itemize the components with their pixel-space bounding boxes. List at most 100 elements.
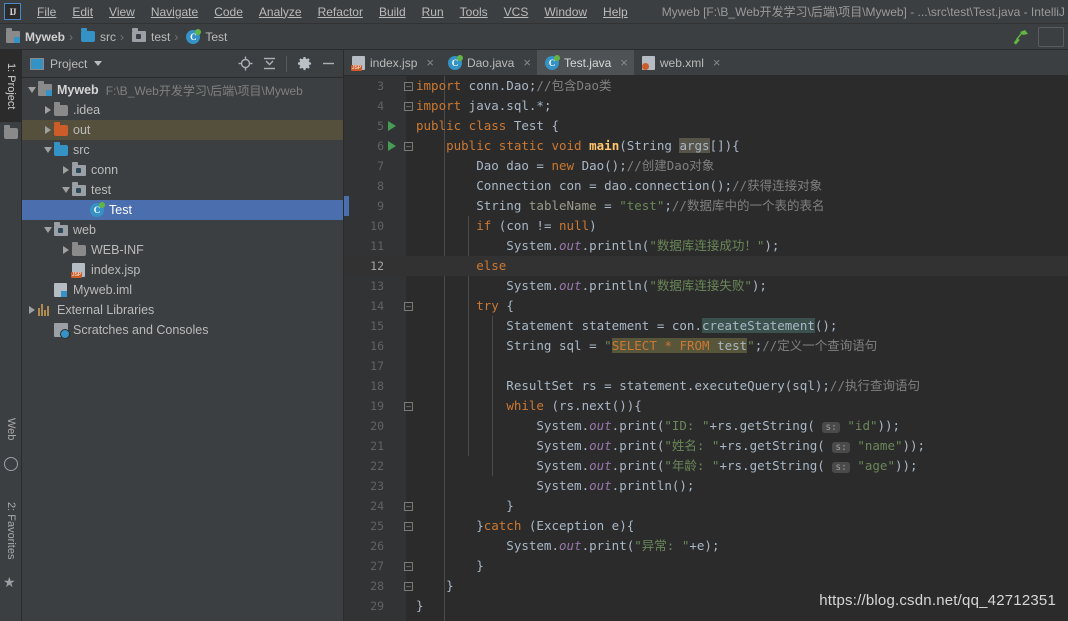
tree-node-myweb-iml[interactable]: Myweb.iml [22, 280, 343, 300]
code-line: 21 System.out.print("姓名: "+rs.getString(… [344, 436, 1068, 456]
menu-refactor[interactable]: Refactor [310, 2, 371, 22]
expand-arrow[interactable] [26, 300, 38, 320]
code-lines: 3 – import conn.Dao;//包含Dao类 4 – import … [344, 76, 1068, 621]
tree-node-test-class[interactable]: C Test [22, 200, 343, 220]
tree-node-idea[interactable]: .idea [22, 100, 343, 120]
fold-icon[interactable]: – [404, 402, 413, 411]
expand-arrow[interactable] [42, 100, 54, 120]
tree-node-conn[interactable]: conn [22, 160, 343, 180]
project-icon [4, 125, 18, 139]
gear-icon[interactable] [293, 53, 315, 75]
minimize-icon[interactable] [317, 53, 339, 75]
tree-node-out[interactable]: out [22, 120, 343, 140]
menu-view[interactable]: View [101, 2, 143, 22]
menu-build[interactable]: Build [371, 2, 414, 22]
expand-arrow[interactable] [26, 80, 38, 100]
folder-icon [54, 101, 72, 116]
sidebar-tab-favorites[interactable]: 2: Favorites [0, 490, 22, 572]
menu-file[interactable]: File [29, 2, 64, 22]
line-text: if (con != null) [476, 218, 597, 233]
fold-icon[interactable]: – [404, 302, 413, 311]
fold-icon[interactable]: – [404, 502, 413, 511]
menu-edit[interactable]: Edit [64, 2, 101, 22]
star-icon: ★ [3, 574, 16, 590]
menu-vcs-label: VCS [503, 4, 529, 19]
menu-run[interactable]: Run [414, 2, 452, 22]
sidebar-tab-web[interactable]: Web [0, 405, 22, 453]
menu-window[interactable]: Window [536, 2, 595, 22]
sidebar-tab-project[interactable]: 1: Project [0, 50, 22, 122]
tab-index-jsp[interactable]: index.jsp × [344, 50, 440, 75]
code-editor[interactable]: 3 – import conn.Dao;//包含Dao类 4 – import … [344, 76, 1068, 621]
toolbar-divider [286, 55, 287, 72]
navbar-actions [1010, 26, 1068, 48]
menu-vcs[interactable]: VCS [496, 2, 537, 22]
line-number: 12 [370, 259, 384, 273]
fold-icon[interactable]: – [404, 102, 413, 111]
code-line-current: 12 else [344, 256, 1068, 276]
expand-arrow[interactable] [60, 240, 72, 260]
fold-icon[interactable]: – [404, 82, 413, 91]
collapse-all-icon[interactable] [258, 53, 280, 75]
line-number: 10 [370, 219, 384, 233]
tree-node-index-jsp[interactable]: index.jsp [22, 260, 343, 280]
breadcrumb-item-src[interactable]: src [75, 26, 118, 48]
close-icon[interactable]: × [620, 56, 628, 69]
fold-icon[interactable]: – [404, 582, 413, 591]
line-number: 11 [370, 239, 384, 253]
run-gutter-icon[interactable] [388, 121, 396, 131]
source-folder-icon [54, 141, 72, 156]
menu-analyze[interactable]: Analyze [251, 2, 310, 22]
breadcrumb-label: src [100, 29, 117, 44]
tree-node-myweb[interactable]: Myweb F:\B_Web开发学习\后端\项目\Myweb [22, 80, 343, 100]
fold-icon[interactable]: – [404, 562, 413, 571]
expand-arrow[interactable] [42, 120, 54, 140]
line-text: ResultSet rs = statement.executeQuery(sq… [416, 378, 920, 393]
expand-arrow[interactable] [42, 220, 54, 240]
expand-arrow[interactable] [60, 160, 72, 180]
tree-node-src[interactable]: src [22, 140, 343, 160]
tree-node-web[interactable]: web [22, 220, 343, 240]
close-icon[interactable]: × [523, 56, 531, 69]
tab-dao-java[interactable]: C Dao.java × [440, 50, 537, 75]
menu-help[interactable]: Help [595, 2, 636, 22]
tab-test-java[interactable]: C Test.java × [536, 50, 634, 75]
menu-navigate[interactable]: Navigate [143, 2, 206, 22]
chevron-down-icon[interactable] [94, 61, 103, 66]
fold-icon[interactable]: – [404, 142, 413, 151]
project-tree: Myweb F:\B_Web开发学习\后端\项目\Myweb .idea out… [22, 78, 343, 340]
source-folder-icon [81, 28, 96, 42]
breadcrumb-item-myweb[interactable]: Myweb [0, 26, 67, 48]
jsp-file-icon [351, 55, 365, 71]
run-gutter-icon[interactable] [388, 141, 396, 151]
menu-edit-label: Edit [72, 4, 94, 19]
breadcrumb-item-test[interactable]: test [126, 26, 172, 48]
line-text: System.out.println(); [416, 478, 695, 493]
fold-icon[interactable]: – [404, 522, 413, 531]
tree-node-external-libraries[interactable]: External Libraries [22, 300, 343, 320]
navbar-extra-button[interactable] [1038, 26, 1064, 47]
code-line: 19 – while (rs.next()){ [344, 396, 1068, 416]
expand-arrow[interactable] [60, 180, 72, 200]
menu-window-label: Window [544, 4, 588, 19]
close-icon[interactable]: × [713, 56, 721, 69]
line-text: import java.sql.*; [416, 98, 552, 113]
tree-node-webinf[interactable]: WEB-INF [22, 240, 343, 260]
line-text: System.out.print("ID: "+rs.getString( s:… [416, 418, 901, 433]
intellij-logo-icon[interactable]: IJ [4, 3, 21, 20]
code-line: 16 String sql = "SELECT * FROM test";//定… [344, 336, 1068, 356]
breadcrumb-separator: › [120, 29, 125, 44]
tab-web-xml[interactable]: web.xml × [634, 50, 727, 75]
locate-icon[interactable] [234, 53, 256, 75]
tree-node-test-package[interactable]: test [22, 180, 343, 200]
close-icon[interactable]: × [426, 56, 434, 69]
menu-code[interactable]: Code [206, 2, 251, 22]
java-class-icon: C [90, 202, 108, 217]
expand-arrow[interactable] [42, 140, 54, 160]
code-line: 18 ResultSet rs = statement.executeQuery… [344, 376, 1068, 396]
hammer-icon[interactable] [1010, 26, 1034, 48]
tree-node-path: F:\B_Web开发学习\后端\项目\Myweb [105, 83, 303, 98]
menu-tools[interactable]: Tools [452, 2, 496, 22]
tree-node-scratches[interactable]: Scratches and Consoles [22, 320, 343, 340]
breadcrumb-item-class[interactable]: C Test [180, 26, 229, 48]
